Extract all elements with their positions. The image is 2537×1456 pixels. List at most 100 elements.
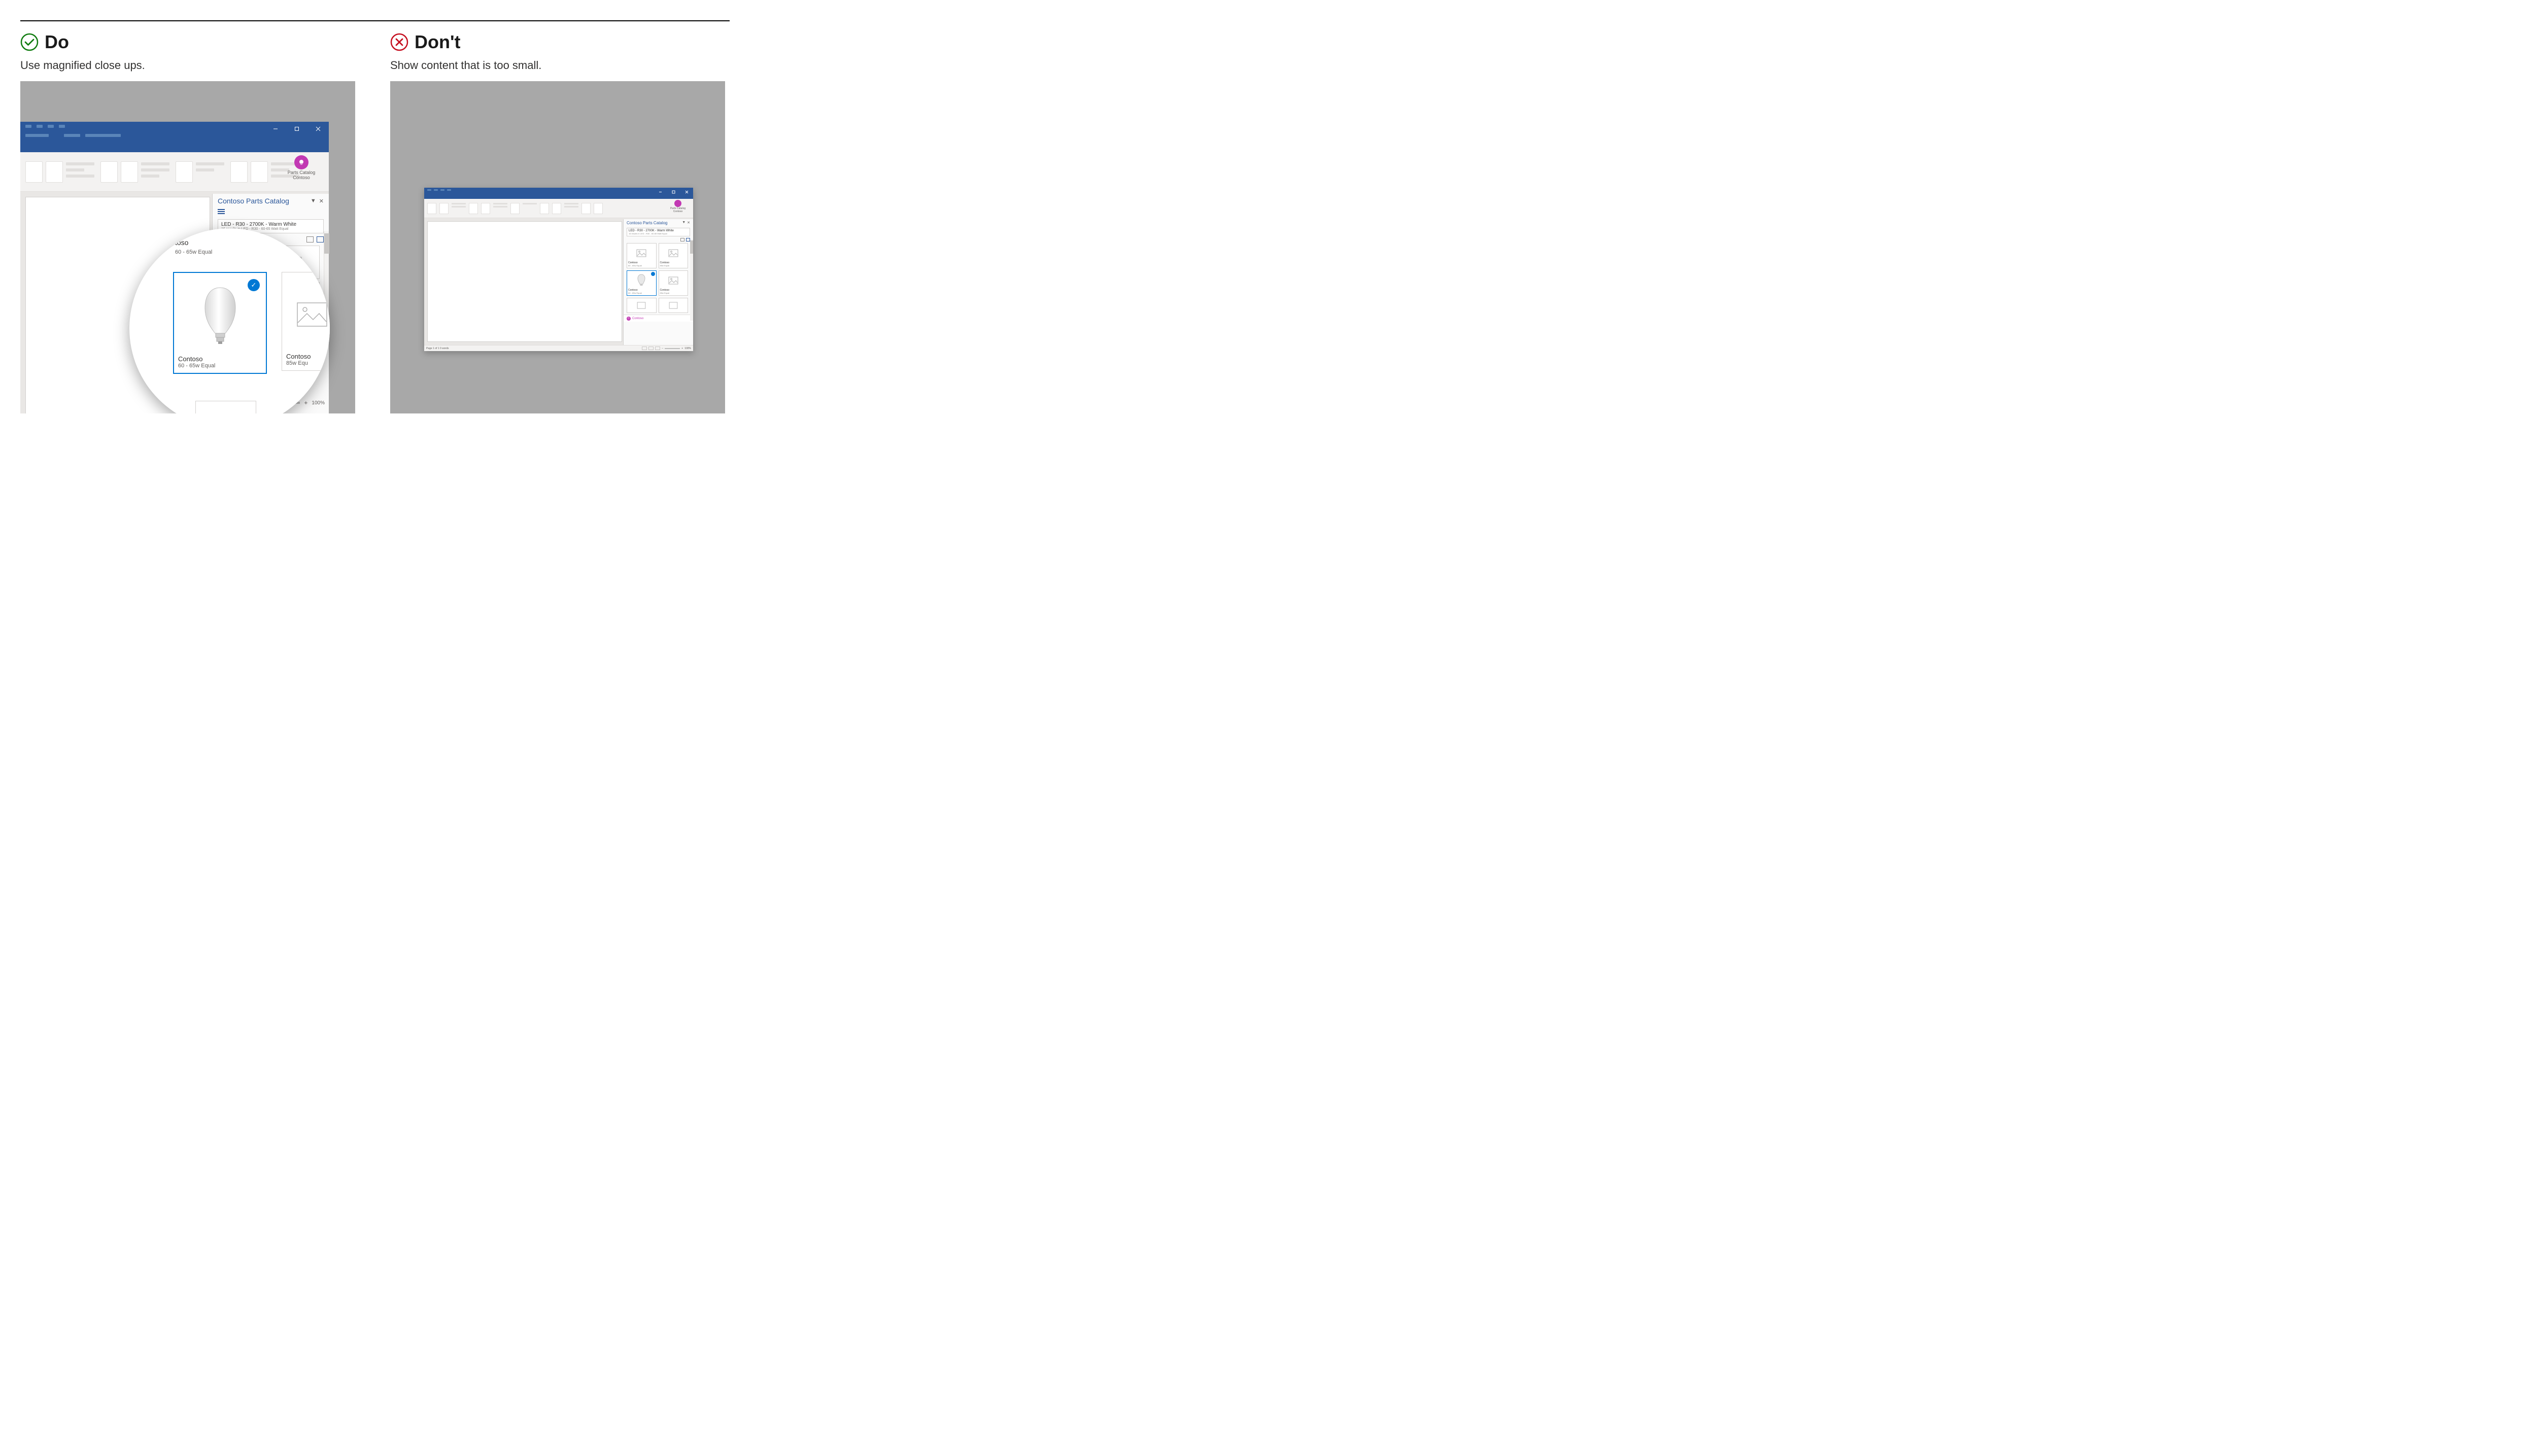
minimize-button[interactable] — [265, 122, 286, 136]
product-card[interactable]: Contoso 85w Equ — [282, 272, 330, 371]
zoom-level: 100% — [684, 347, 691, 350]
dont-column: Don't Show content that is too small. — [390, 31, 730, 413]
taskpane-controls: ▼ ✕ — [311, 198, 324, 204]
zoom-slider[interactable] — [665, 348, 680, 349]
ribbon-button[interactable] — [46, 161, 63, 183]
titlebar-mid-placeholders — [25, 134, 121, 137]
card-sub: 60 - 65w Equal — [628, 292, 655, 294]
partial-card-name: toso — [175, 238, 188, 247]
product-card[interactable] — [659, 298, 689, 313]
bulb-icon — [294, 155, 308, 169]
ribbon-group — [25, 161, 94, 183]
status-bar: Page 1 of 1 0 words − + 100% — [424, 345, 693, 351]
ribbon-button[interactable] — [552, 203, 561, 214]
close-icon[interactable]: ✕ — [687, 221, 690, 225]
ribbon: Parts Catalog Contoso — [20, 152, 329, 192]
ribbon-button[interactable] — [100, 161, 118, 183]
maximize-icon — [672, 190, 675, 194]
ribbon-button[interactable] — [427, 203, 436, 214]
hamburger-icon[interactable] — [218, 209, 225, 214]
ribbon-button[interactable] — [581, 203, 591, 214]
product-card[interactable] — [627, 298, 657, 313]
taskpane-controls: ▼✕ — [682, 221, 690, 225]
taskpane-search-box[interactable]: LED - R30 - 2700K - Warm White 16 result… — [627, 228, 690, 236]
image-placeholder-icon — [660, 245, 687, 261]
ribbon-addin-button[interactable]: Parts Catalog Contoso — [667, 200, 689, 213]
selected-check-icon — [651, 272, 655, 276]
ribbon-button[interactable] — [251, 161, 268, 183]
maximize-button[interactable] — [667, 188, 680, 196]
view-mode-icon[interactable] — [642, 346, 647, 350]
search-title: LED - R30 - 2700K - Warm White — [221, 222, 320, 227]
scrollbar[interactable] — [690, 239, 693, 321]
titlebar-placeholders — [25, 125, 65, 128]
ribbon: Parts Catalog Contoso — [424, 199, 693, 218]
app-window-small: Parts Catalog Contoso Contoso Parts Cata… — [424, 188, 693, 351]
scrollbar-thumb[interactable] — [690, 240, 693, 254]
ribbon-button[interactable] — [230, 161, 248, 183]
ribbon-addin-button[interactable]: Parts Catalog Contoso — [283, 155, 320, 181]
ribbon-button[interactable] — [481, 203, 490, 214]
ribbon-button[interactable] — [439, 203, 449, 214]
app-body: Contoso Parts Catalog ▼✕ LED - R30 - 270… — [424, 218, 693, 345]
close-icon — [685, 190, 689, 194]
ribbon-group — [427, 203, 466, 214]
taskpane-title: Contoso Parts Catalog — [218, 197, 289, 205]
taskpane: Contoso Parts Catalog ▼✕ LED - R30 - 270… — [623, 219, 693, 345]
ribbon-button[interactable] — [121, 161, 138, 183]
selected-check-icon: ✓ — [248, 279, 260, 291]
close-button[interactable] — [307, 122, 329, 136]
ribbon-button[interactable] — [540, 203, 549, 214]
dropdown-icon[interactable]: ▼ — [682, 221, 685, 225]
ribbon-group — [100, 161, 169, 183]
window-controls — [654, 188, 693, 196]
product-card-selected[interactable]: Contoso 60 - 65w Equal — [627, 270, 657, 296]
dropdown-icon[interactable]: ▼ — [311, 198, 316, 204]
product-card[interactable]: Contoso 60 - 65w Equal — [627, 243, 657, 268]
bulb-icon — [674, 200, 681, 207]
view-mode-icon[interactable] — [648, 346, 654, 350]
ribbon-group — [176, 161, 224, 183]
do-subheading: Use magnified close ups. — [20, 59, 360, 72]
maximize-button[interactable] — [286, 122, 307, 136]
ribbon-button[interactable] — [176, 161, 193, 183]
product-card-sub: 60 - 65w Equal — [178, 363, 262, 369]
title-bar — [424, 188, 693, 199]
partial-card-sub: 60 - 65w Equal — [175, 249, 212, 255]
card-sub: 60 - 65w Equal — [628, 264, 655, 267]
card-sub: 85w Equal — [660, 292, 687, 294]
do-heading: Do — [45, 31, 69, 53]
dont-subheading: Show content that is too small. — [390, 59, 730, 72]
zoom-in-icon[interactable]: + — [681, 347, 683, 350]
product-card[interactable]: Contoso 85w Equal — [659, 243, 689, 268]
image-placeholder-icon — [660, 272, 687, 289]
ribbon-group — [540, 203, 578, 214]
product-card-name: Contoso — [178, 355, 262, 363]
product-card[interactable]: Contoso 85w Equal — [659, 270, 689, 296]
ribbon-button[interactable] — [469, 203, 478, 214]
image-placeholder-icon — [628, 245, 655, 261]
publisher-name: Contoso — [632, 317, 643, 320]
product-card-partial[interactable] — [195, 401, 256, 413]
product-card-selected[interactable]: ✓ — [173, 272, 267, 374]
close-icon[interactable]: ✕ — [319, 198, 324, 204]
ribbon-button[interactable] — [25, 161, 43, 183]
check-circle-icon — [20, 33, 39, 51]
maximize-icon — [294, 126, 299, 131]
ribbon-button[interactable] — [510, 203, 520, 214]
view-mode-icon[interactable] — [655, 346, 660, 350]
close-icon — [316, 126, 321, 131]
close-button[interactable] — [680, 188, 693, 196]
ribbon-button[interactable] — [594, 203, 603, 214]
magnifier-content: toso 60 - 65w Equal ✓ — [129, 228, 330, 413]
do-canvas: Parts Catalog Contoso Contoso Parts Cata… — [20, 81, 355, 413]
list-view-icon[interactable] — [680, 238, 684, 241]
zoom-out-icon[interactable]: − — [662, 347, 663, 350]
grid-view-icon[interactable] — [686, 238, 690, 241]
publisher-icon: C — [627, 317, 631, 321]
card-sub: 85w Equal — [660, 264, 687, 267]
minimize-button[interactable] — [654, 188, 667, 196]
ribbon-group — [510, 203, 537, 214]
document-page[interactable] — [427, 221, 622, 342]
taskpane-cards: Contoso 60 - 65w Equal Contoso 85w Equal — [624, 241, 693, 315]
